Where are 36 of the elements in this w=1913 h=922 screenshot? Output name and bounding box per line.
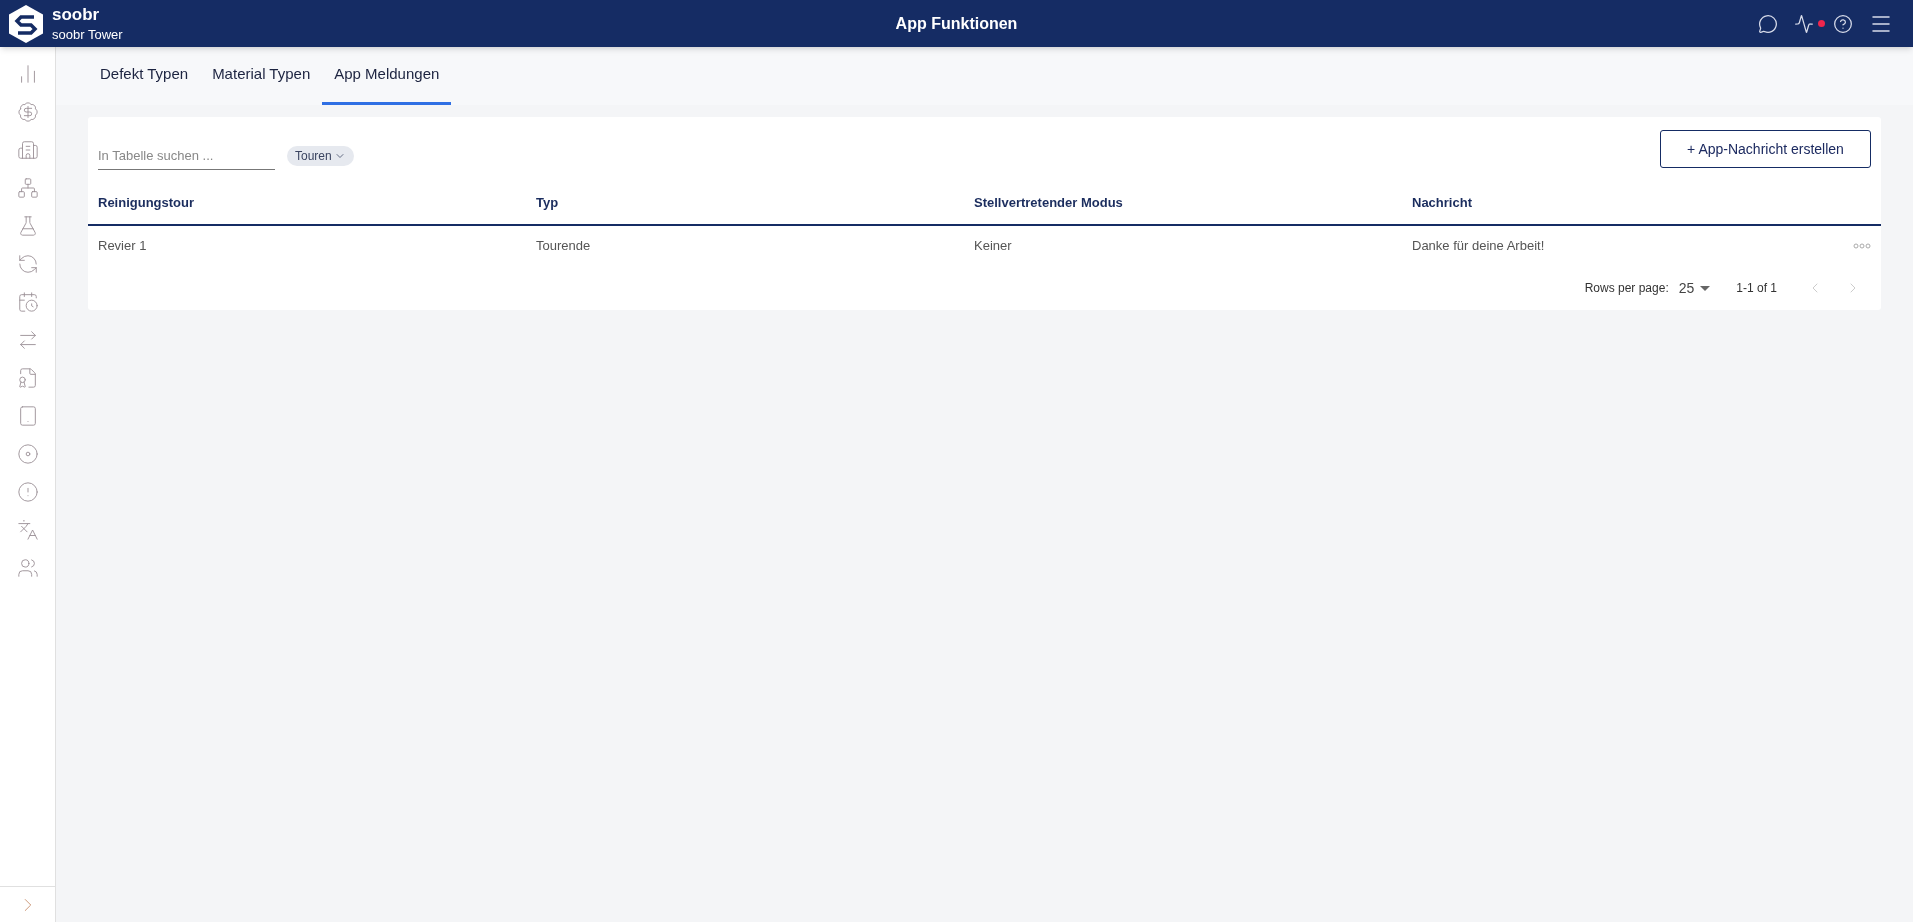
alert-icon[interactable] bbox=[16, 481, 39, 503]
tab[interactable]: Defekt Typen bbox=[88, 47, 201, 105]
column-header[interactable]: Stellvertretender Modus bbox=[974, 192, 1412, 213]
table-cell-text: Revier 1 bbox=[98, 237, 147, 256]
workspace-name: soobr Tower bbox=[52, 27, 123, 44]
caret-icon bbox=[1700, 285, 1711, 291]
table-cell-text: Tourende bbox=[536, 237, 591, 256]
disc-icon[interactable] bbox=[16, 443, 39, 465]
tab[interactable]: Material Typen bbox=[200, 47, 323, 105]
page-range: 1-1 of 1 bbox=[1736, 280, 1777, 297]
buildings-icon[interactable] bbox=[16, 139, 39, 161]
column-header[interactable]: Typ bbox=[536, 192, 974, 213]
org-chart-icon[interactable] bbox=[16, 177, 39, 199]
page-title: App Funktionen bbox=[895, 13, 1018, 34]
column-header[interactable]: Reinigungstour bbox=[98, 192, 536, 213]
document-badge-icon[interactable] bbox=[16, 367, 39, 389]
brand-name: soobr bbox=[52, 3, 101, 25]
table-cell-text: Danke für deine Arbeit! bbox=[1412, 237, 1545, 256]
column-header[interactable]: Nachricht bbox=[1412, 192, 1871, 213]
group-icon[interactable] bbox=[16, 557, 39, 579]
cycle-icon[interactable] bbox=[16, 253, 39, 275]
rows-per-page-label: Rows per page: bbox=[1584, 280, 1669, 297]
chat-icon[interactable] bbox=[1758, 13, 1778, 34]
calendar-clock-icon[interactable] bbox=[16, 291, 39, 313]
filter-chip[interactable]: Touren bbox=[287, 146, 354, 166]
search-field[interactable]: In Tabelle suchen ... bbox=[98, 141, 275, 171]
table-cell-text: Keiner bbox=[974, 237, 1012, 256]
translate-icon[interactable] bbox=[16, 519, 39, 541]
tab[interactable]: App Meldungen bbox=[322, 47, 452, 105]
more-icon[interactable] bbox=[1853, 243, 1871, 249]
logo-icon bbox=[8, 3, 44, 44]
rows-per-page-select[interactable]: 25 bbox=[1678, 277, 1711, 299]
help-icon[interactable] bbox=[1833, 13, 1853, 34]
activity-icon[interactable] bbox=[1794, 13, 1814, 34]
dollar-icon[interactable] bbox=[16, 101, 39, 123]
create-message-button[interactable]: + App-Nachricht erstellen bbox=[1660, 130, 1871, 168]
